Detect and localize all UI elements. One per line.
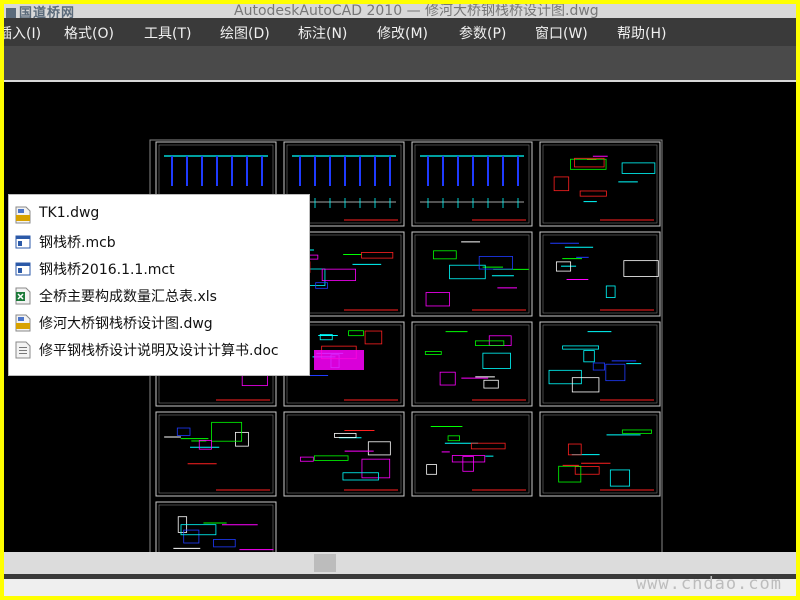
midas-file-icon bbox=[15, 235, 31, 249]
app-window: 国道桥网 AutodeskAutoCAD 2010 — 修河大桥钢栈桥设计图.d… bbox=[4, 4, 796, 596]
file-name: 全桥主要构成数量汇总表.xls bbox=[39, 289, 217, 305]
drawing-sheet bbox=[539, 231, 661, 317]
drawing-sheet bbox=[539, 141, 661, 227]
file-name: 钢栈桥2016.1.1.mct bbox=[39, 262, 175, 278]
menu-draw[interactable]: 绘图(D) bbox=[220, 23, 270, 43]
horizontal-scrollbar[interactable] bbox=[4, 552, 796, 574]
menu-insert[interactable]: 插入(I) bbox=[4, 23, 41, 43]
logo-mark bbox=[6, 8, 16, 18]
menu-tools[interactable]: 工具(T) bbox=[144, 23, 191, 43]
menu-dimension[interactable]: 标注(N) bbox=[298, 23, 347, 43]
site-logo: 国道桥网 bbox=[6, 4, 75, 18]
logo-text: 国道桥网 bbox=[19, 6, 76, 18]
file-item[interactable]: 钢栈桥.mcb bbox=[9, 228, 309, 255]
menu-format[interactable]: 格式(O) bbox=[64, 23, 114, 43]
bottom-bar: www.cndao.com bbox=[4, 574, 796, 596]
excel-file-icon bbox=[15, 287, 31, 305]
file-name: 钢栈桥.mcb bbox=[39, 235, 116, 251]
menu-parameter[interactable]: 参数(P) bbox=[459, 23, 506, 43]
drawing-sheet bbox=[539, 411, 661, 497]
file-name: 修河大桥钢栈桥设计图.dwg bbox=[39, 316, 213, 332]
toolbar-area bbox=[4, 46, 796, 82]
menu-bar: 插入(I) 格式(O) 工具(T) 绘图(D) 标注(N) 修改(M) 参数(P… bbox=[4, 18, 796, 46]
file-item[interactable]: 钢栈桥2016.1.1.mct bbox=[9, 255, 309, 282]
watermark-text: www.cndao.com bbox=[635, 574, 782, 594]
file-name: TK1.dwg bbox=[39, 205, 100, 221]
drawing-sheet bbox=[283, 411, 405, 497]
midas-file-icon bbox=[15, 262, 31, 276]
drawing-sheet bbox=[539, 321, 661, 407]
drawing-sheet bbox=[155, 411, 277, 497]
title-bar: 国道桥网 AutodeskAutoCAD 2010 — 修河大桥钢栈桥设计图.d… bbox=[4, 4, 796, 18]
file-item[interactable]: 修平钢栈桥设计说明及设计计算书.doc bbox=[9, 336, 309, 363]
dwg-file-icon bbox=[15, 206, 31, 224]
file-name: 修平钢栈桥设计说明及设计计算书.doc bbox=[39, 343, 279, 359]
menu-window[interactable]: 窗口(W) bbox=[535, 23, 588, 43]
highlight-block bbox=[314, 350, 364, 370]
drawing-sheet bbox=[411, 231, 533, 317]
file-list-panel: TK1.dwg 钢栈桥.mcb 钢栈桥2016.1.1.mct 全桥主要构成数量… bbox=[8, 194, 310, 376]
scrollbar-thumb[interactable] bbox=[314, 554, 336, 572]
drawing-sheet bbox=[411, 321, 533, 407]
drawing-sheet bbox=[411, 411, 533, 497]
file-item[interactable]: TK1.dwg bbox=[9, 201, 309, 228]
file-item[interactable]: 全桥主要构成数量汇总表.xls bbox=[9, 282, 309, 309]
file-item[interactable]: 修河大桥钢栈桥设计图.dwg bbox=[9, 309, 309, 336]
window-title: AutodeskAutoCAD 2010 — 修河大桥钢栈桥设计图.dwg bbox=[234, 4, 599, 18]
menu-help[interactable]: 帮助(H) bbox=[617, 23, 666, 43]
word-file-icon bbox=[15, 341, 31, 359]
dwg-file-icon bbox=[15, 314, 31, 332]
menu-modify[interactable]: 修改(M) bbox=[377, 23, 428, 43]
